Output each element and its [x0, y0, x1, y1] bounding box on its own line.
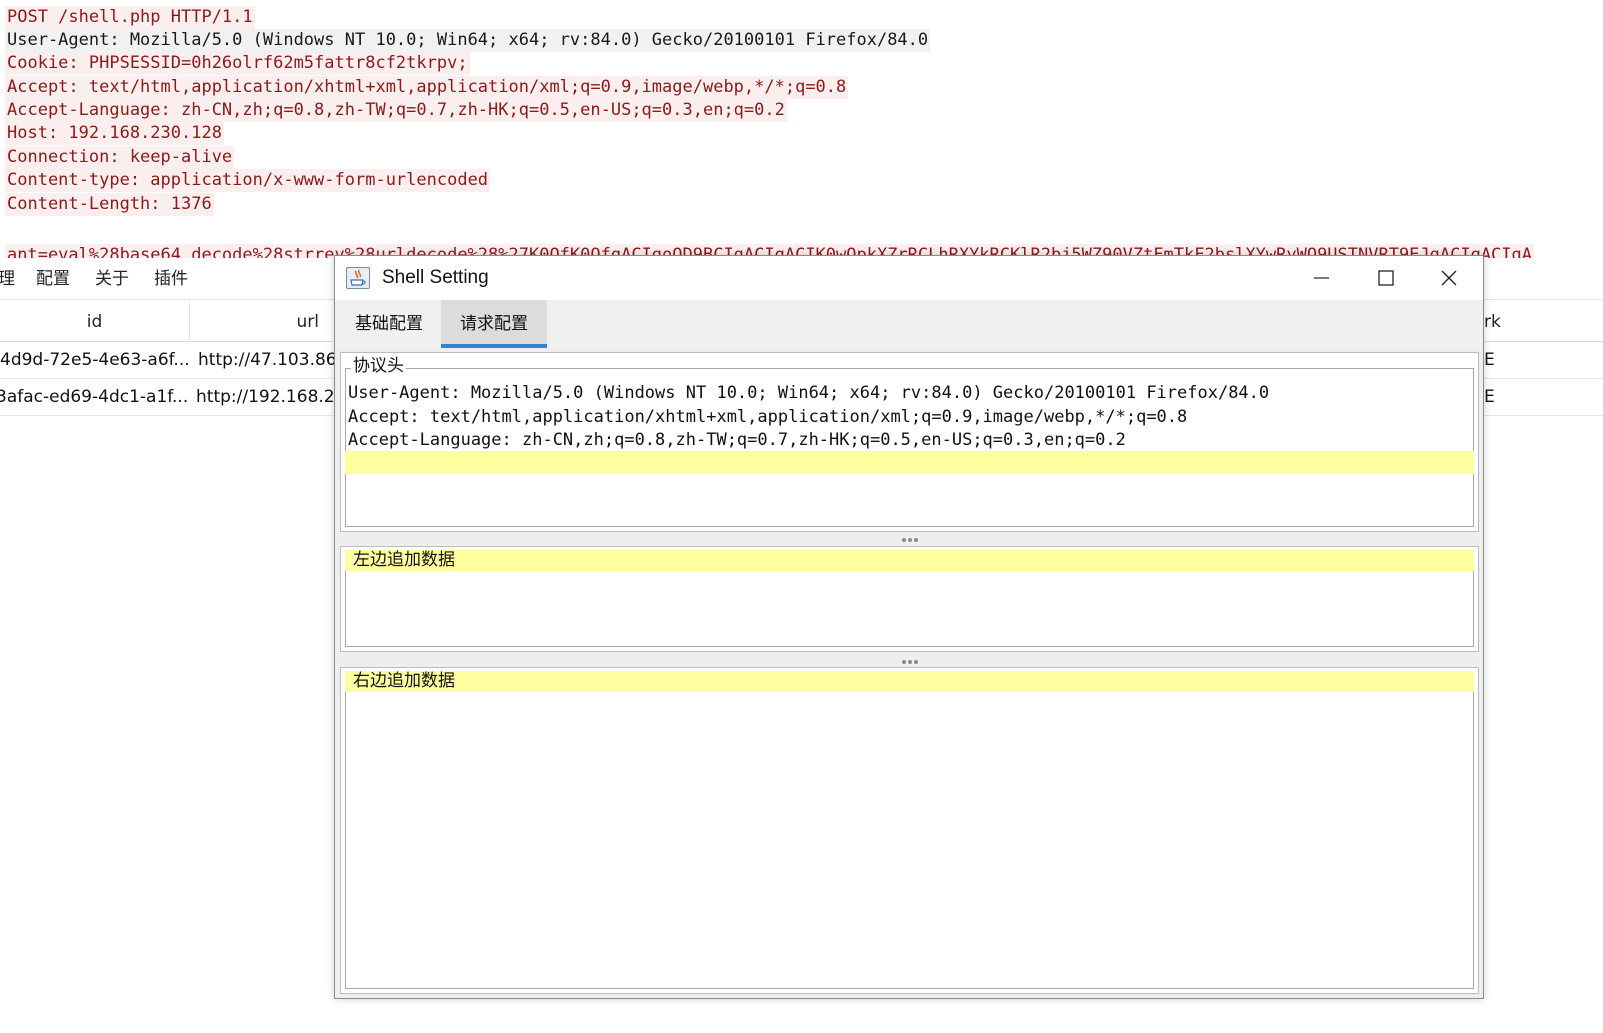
- split-pane-divider[interactable]: [335, 534, 1483, 545]
- header-line-accept-language: Accept-Language: zh-CN,zh;q=0.8,zh-TW;q=…: [348, 430, 1126, 450]
- right-append-title: 右边追加数据: [353, 671, 455, 691]
- menu-item-config[interactable]: 配置: [36, 266, 70, 292]
- minimize-icon: [1314, 277, 1329, 279]
- request-header-content-type: Content-type: application/x-www-form-url…: [5, 169, 491, 192]
- header-line-user-agent: User-Agent: Mozilla/5.0 (Windows NT 10.0…: [348, 383, 1270, 403]
- minimize-button[interactable]: [1289, 256, 1353, 300]
- request-header-connection: Connection: keep-alive: [5, 146, 235, 169]
- dialog-tab-bar: 基础配置 请求配置: [335, 300, 1483, 348]
- left-append-textarea[interactable]: [347, 573, 1472, 645]
- split-pane-divider[interactable]: [335, 656, 1483, 667]
- cell-remark: E: [1484, 350, 1495, 370]
- right-append-panel: 右边追加数据: [340, 667, 1479, 994]
- left-append-panel: 左边追加数据: [340, 546, 1479, 652]
- request-header-host: Host: 192.168.230.128: [5, 122, 224, 145]
- headers-panel: 协议头 User-Agent: Mozilla/5.0 (Windows NT …: [340, 352, 1479, 532]
- java-app-icon: [346, 267, 370, 289]
- dialog-title: Shell Setting: [382, 267, 489, 288]
- column-header-remark[interactable]: rk: [1484, 302, 1524, 342]
- request-header-accept: Accept: text/html,application/xhtml+xml,…: [5, 76, 849, 99]
- cell-id: 3afac-ed69-4dc1-a1f...: [0, 387, 189, 407]
- http-request-text: POST /shell.php HTTP/1.1 User-Agent: Moz…: [0, 0, 1603, 258]
- current-line-highlight: [345, 550, 1474, 571]
- menu-item-about[interactable]: 关于: [95, 266, 129, 292]
- request-header-cookie: Cookie: PHPSESSID=0h26olrf62m5fattr8cf2t…: [5, 52, 470, 75]
- headers-textarea[interactable]: User-Agent: Mozilla/5.0 (Windows NT 10.0…: [348, 382, 1474, 453]
- close-button[interactable]: [1417, 256, 1481, 300]
- shell-setting-dialog: Shell Setting 基础配置 请求配置 协议头 User-Agent: …: [334, 255, 1484, 999]
- cell-id: 4d9d-72e5-4e63-a6f...: [0, 350, 190, 370]
- request-header-accept-language: Accept-Language: zh-CN,zh;q=0.8,zh-TW;q=…: [5, 99, 787, 122]
- cell-url: http://192.168.2: [196, 387, 334, 407]
- column-header-url[interactable]: url: [190, 302, 336, 342]
- tab-request-config[interactable]: 请求配置: [441, 300, 547, 348]
- request-config-panel: 协议头 User-Agent: Mozilla/5.0 (Windows NT …: [335, 348, 1483, 998]
- request-header-content-length: Content-Length: 1376: [5, 193, 214, 216]
- header-line-accept: Accept: text/html,application/xhtml+xml,…: [348, 406, 1188, 427]
- request-line: POST /shell.php HTTP/1.1: [5, 6, 255, 29]
- current-line-highlight: [345, 671, 1474, 692]
- right-append-textarea[interactable]: [347, 694, 1472, 987]
- maximize-button[interactable]: [1353, 256, 1417, 300]
- maximize-icon: [1378, 270, 1394, 286]
- menu-item-manage[interactable]: 理: [0, 266, 15, 292]
- dialog-title-bar[interactable]: Shell Setting: [335, 256, 1483, 300]
- left-append-title: 左边追加数据: [353, 550, 455, 570]
- cell-remark: E: [1484, 387, 1495, 407]
- tab-basic-config[interactable]: 基础配置: [341, 300, 437, 348]
- headers-panel-title: 协议头: [351, 355, 406, 377]
- menu-item-plugins[interactable]: 插件: [154, 266, 188, 292]
- close-icon: [1441, 270, 1457, 286]
- current-line-highlight: [345, 451, 1474, 474]
- cell-url: http://47.103.86: [198, 350, 334, 370]
- column-header-id[interactable]: id: [0, 302, 190, 342]
- request-header-user-agent: User-Agent: Mozilla/5.0 (Windows NT 10.0…: [5, 29, 931, 52]
